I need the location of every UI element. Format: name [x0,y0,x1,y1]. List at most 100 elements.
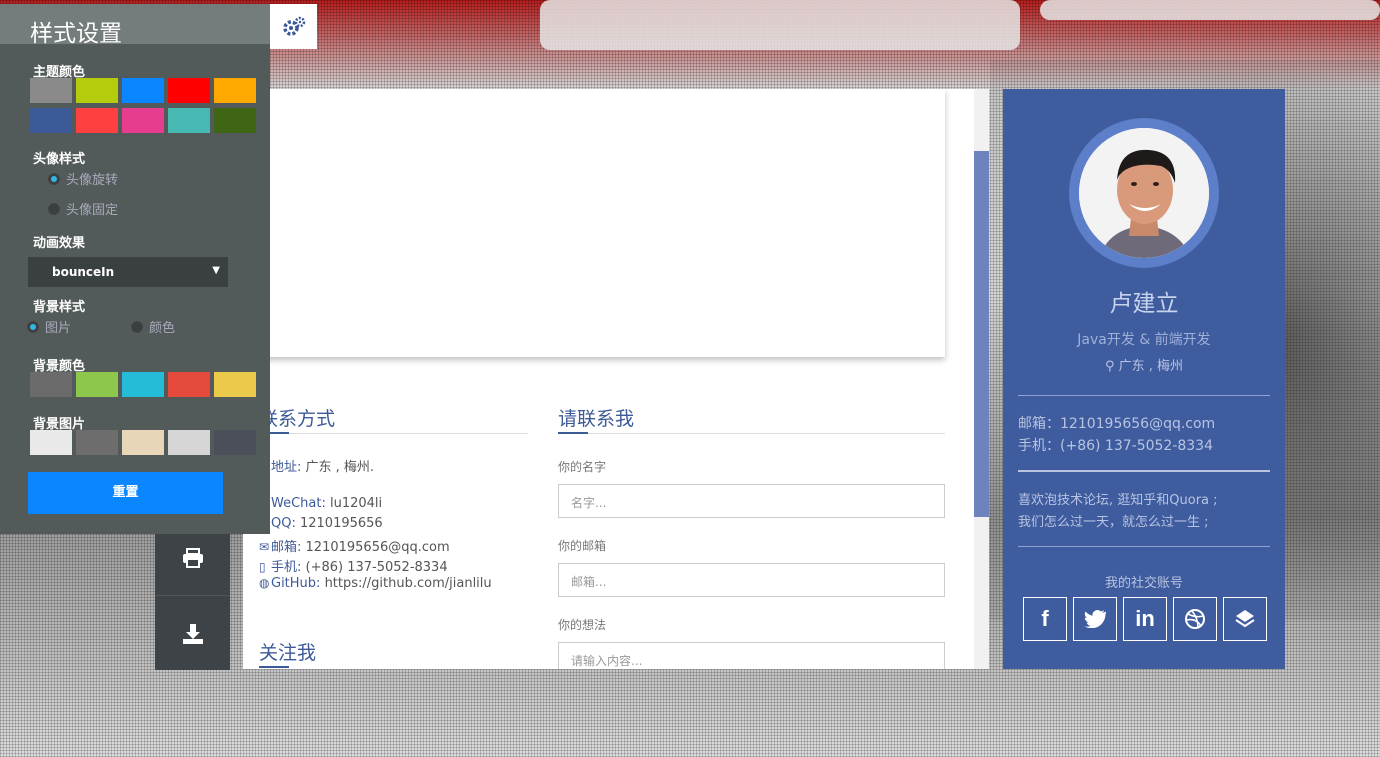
twitter-link[interactable] [1073,597,1117,641]
bg-color-swatch[interactable] [76,372,118,397]
animation-label: 动画效果 [33,236,86,251]
linkedin-icon: in [1135,606,1155,631]
follow-title: 关注我 [259,642,317,664]
bg-image-swatch[interactable] [30,430,72,455]
facebook-link[interactable]: f [1023,597,1067,641]
contact-qq: ●QQ: 1210195656 [259,516,383,531]
download-icon [182,623,203,644]
divider [1018,470,1270,472]
divider [259,433,528,434]
twitter-icon [1084,610,1106,628]
scrollbar-thumb[interactable] [974,151,989,517]
dribbble-link[interactable] [1173,597,1217,641]
profile-name: 卢建立 [1109,291,1179,317]
bg-image-swatch[interactable] [76,430,118,455]
theme-color-swatch[interactable] [30,78,72,103]
theme-color-swatch[interactable] [76,78,118,103]
action-icon-bar [155,520,230,670]
bg-color-option[interactable]: 颜色 [131,317,175,336]
contact-address: ⚲地址: 广东 , 梅州. [259,456,374,475]
avatar [1079,128,1209,258]
globe-icon: ◍ [259,576,270,590]
bg-color-swatch[interactable] [168,372,210,397]
background-key [540,0,1020,50]
theme-color-swatch[interactable] [214,108,256,133]
dribbble-icon [1185,609,1205,629]
name-label: 你的名字 [558,460,607,474]
theme-color-swatch[interactable] [76,108,118,133]
contact-email: ✉ 邮箱: 1210195656@qq.com [259,540,450,555]
divider [1018,546,1270,547]
contact-wechat: ▪WeChat: lu1204li [259,496,382,511]
bg-image-swatch[interactable] [122,430,164,455]
bg-style-label: 背景样式 [33,300,86,315]
name-input[interactable]: 名字... [558,484,945,518]
profile-location: ⚲ 广东 , 梅州 [1104,359,1184,374]
main-content: 联系方式 ⚲地址: 广东 , 梅州. ▪WeChat: lu1204li ●QQ… [243,89,989,669]
theme-color-swatch[interactable] [122,108,164,133]
envelope-icon: ✉ [259,540,270,554]
radio-label: 头像固定 [66,203,119,218]
gears-icon [282,16,305,36]
profile-bio-line1: 喜欢泡技术论坛, 逛知乎和Quora ; [1018,493,1218,508]
reset-button[interactable]: 重置 [28,472,223,514]
print-icon [182,547,203,568]
bg-image-option[interactable]: 图片 [27,317,71,336]
radio-icon[interactable] [131,320,143,333]
thought-label: 你的想法 [558,618,607,632]
contact-title: 联系方式 [259,408,336,430]
divider [558,433,945,434]
avatar-style-label: 头像样式 [33,152,86,167]
background-key [1040,0,1380,20]
radio-icon[interactable] [48,202,60,215]
radio-label: 图片 [45,321,72,336]
bg-image-swatch[interactable] [168,430,210,455]
avatar-photo [1079,128,1209,258]
avatar-rotate-option[interactable]: 头像旋转 [48,169,118,188]
form-title: 请联系我 [558,408,635,430]
linkedin-link[interactable]: in [1123,597,1167,641]
title-accent [558,432,588,434]
theme-color-swatch[interactable] [214,78,256,103]
bg-color-swatch[interactable] [30,372,72,397]
email-label: 你的邮箱 [558,539,607,553]
divider [1018,395,1270,396]
mobile-icon: ▯ [259,560,266,574]
profile-role: Java开发 & 前端开发 [1077,332,1211,348]
download-button[interactable] [155,595,230,671]
content-card [243,89,945,357]
contact-phone: ▯ 手机: (+86) 137-5052-8334 [259,560,448,575]
animation-value: bounceIn [52,265,115,279]
map-marker-icon: ⚲ [1104,359,1119,374]
thought-textarea[interactable]: 请输入内容... [558,642,945,669]
facebook-icon: f [1041,606,1049,631]
avatar-ring [1069,118,1219,268]
bg-color-swatch[interactable] [122,372,164,397]
style-settings-panel: 样式设置 主题颜色 头像样式 头像旋转 头像固定 动画效果 bounceIn ▼… [0,4,270,534]
profile-bio-line2: 我们怎么过一天，就怎么过一生 ; [1018,515,1209,530]
bg-image-swatch[interactable] [214,430,256,455]
radio-label: 头像旋转 [66,173,119,188]
profile-email: 邮箱：1210195656@qq.com [1018,416,1216,432]
animation-select[interactable]: bounceIn ▼ [28,257,228,287]
theme-color-swatch[interactable] [30,108,72,133]
theme-color-swatch[interactable] [122,78,164,103]
bg-color-swatch[interactable] [214,372,256,397]
profile-card: 卢建立 Java开发 & 前端开发 ⚲ 广东 , 梅州 邮箱：121019565… [1003,89,1285,669]
contact-github[interactable]: ◍ GitHub: https://github.com/jianlilu [259,576,492,591]
theme-color-swatch[interactable] [168,78,210,103]
title-accent [259,666,289,668]
stack-link[interactable] [1223,597,1267,641]
theme-color-swatch[interactable] [168,108,210,133]
email-input[interactable]: 邮箱... [558,563,945,597]
social-title: 我的社交账号 [1104,576,1183,591]
radio-label: 颜色 [149,321,176,336]
stack-icon [1235,610,1255,628]
settings-toggle-button[interactable] [270,4,317,49]
profile-phone: 手机：(+86) 137-5052-8334 [1018,438,1214,454]
dropdown-arrow-icon: ▼ [212,265,220,276]
avatar-fixed-option[interactable]: 头像固定 [48,199,118,218]
panel-title: 样式设置 [30,21,122,47]
radio-icon[interactable] [27,320,39,333]
radio-icon[interactable] [48,172,60,185]
